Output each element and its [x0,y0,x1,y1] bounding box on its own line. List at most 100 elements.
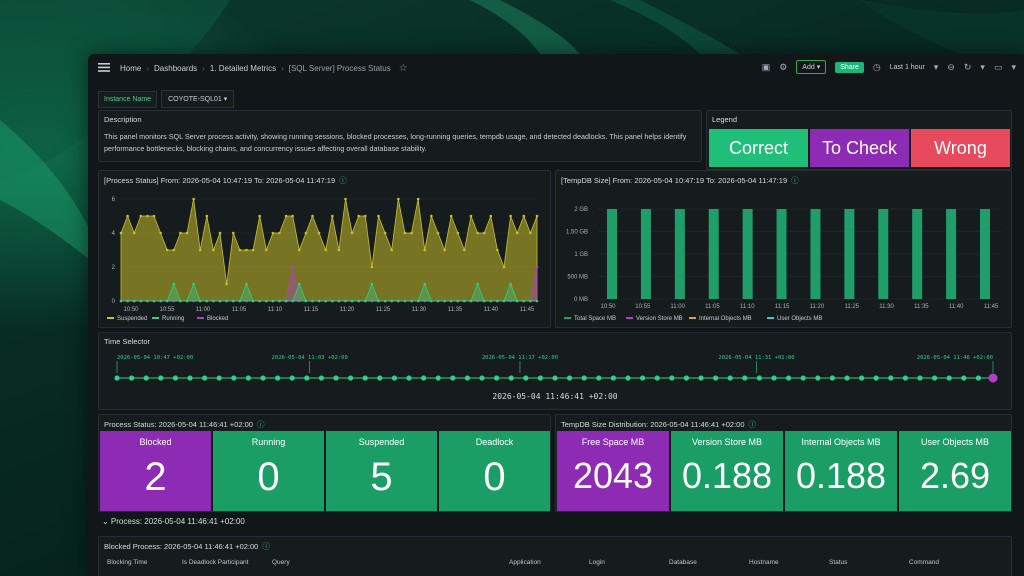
stat-label: Free Space MB [581,437,645,447]
refresh-interval-chevron-icon[interactable]: ▾ [980,62,985,73]
column-header[interactable]: Application [509,559,541,566]
x-tick-label: 11:45 [520,307,535,313]
add-button[interactable]: Add ▾ [796,60,827,74]
data-point [502,265,506,269]
breadcrumb-dashboards[interactable]: Dashboards [154,64,197,73]
process-row-header[interactable]: ⌄ Process: 2026-05-04 11:46:41 +02:00 [102,517,245,526]
save-icon[interactable]: ▣ [762,62,771,73]
time-selector-slider[interactable]: 2026-05-04 10:47 +02:00 2026-05-04 11:03 … [105,353,1005,403]
column-header[interactable]: Blocking Time [107,559,147,566]
x-tick-label: 11:10 [740,304,755,310]
info-icon[interactable]: ⓘ [749,420,757,429]
data-point [430,299,433,303]
data-point [291,265,294,269]
time-step-dot [888,375,894,381]
legend-swatch [197,317,204,319]
toolbar-right: ▣ ⚙ Add ▾ Share ◷ Last 1 hour ▾ ⊖ ↻ ▾ ▭ … [762,60,1016,74]
data-point [192,282,195,286]
legend-label: Total Space MB [574,316,616,322]
column-header[interactable]: Command [909,559,939,566]
time-step-dot [800,375,806,381]
y-tick-label: 0 MB [574,297,588,303]
data-point [489,214,493,218]
data-point [132,231,136,235]
stat-suspended: Suspended 5 [326,431,437,511]
zoom-out-icon[interactable]: ⊖ [947,62,955,73]
time-step-dot [654,375,660,381]
legend-label: Blocked [207,316,228,322]
data-point [185,231,189,235]
time-step-dot [713,375,719,381]
data-point [284,214,288,218]
data-point [271,231,275,235]
data-point [337,299,341,303]
y-tick-label: 2 [112,265,116,271]
time-step-dot [202,375,208,381]
data-point [482,299,486,303]
x-tick-label: 11:20 [340,307,355,313]
panel-title: Process Status: 2026-05-04 11:46:41 +02:… [104,419,264,430]
info-icon[interactable]: ⓘ [262,542,270,551]
chevron-down-icon[interactable]: ▾ [934,62,939,73]
data-point [297,248,301,252]
data-point [132,299,136,303]
breadcrumb-current: [SQL Server] Process Status [288,63,391,73]
info-icon[interactable]: ⓘ [257,420,265,429]
column-header[interactable]: Hostname [749,559,779,566]
data-point [317,299,321,303]
x-tick-label: 11:35 [914,304,929,310]
refresh-icon[interactable]: ↻ [964,62,972,73]
data-point [482,231,486,235]
column-header[interactable]: Status [829,559,847,566]
data-point [476,231,479,235]
column-header[interactable]: Is Deadlock Participant [182,559,248,566]
legend-wrong: Wrong [911,129,1010,167]
column-header[interactable]: Query [272,559,290,566]
x-tick-label: 11:20 [810,304,825,310]
tv-mode-icon[interactable]: ▭ [994,62,1003,73]
data-point [331,214,334,218]
data-point [410,231,413,235]
time-step-dot [786,375,792,381]
data-point [390,299,394,303]
x-tick-label: 11:05 [232,307,247,313]
data-point [436,231,440,235]
breadcrumb-folder[interactable]: 1. Detailed Metrics [210,64,276,73]
x-tick-label: 10:50 [600,304,616,310]
legend-label: Version Store MB [636,316,683,322]
data-point [430,214,433,218]
instance-name-label: Instance Name [98,90,158,108]
data-point [469,299,473,303]
legend-swatch [107,317,114,319]
legend-label: Suspended [117,316,147,322]
tempdb-bar [980,209,990,299]
data-point [278,299,281,303]
instance-name-select[interactable]: COYOTE-SQL01 ▾ [161,90,235,108]
tempdb-bar [946,209,957,299]
description-text: This panel monitors SQL Server process a… [104,132,687,153]
column-header[interactable]: Login [589,559,605,566]
settings-icon[interactable]: ⚙ [779,62,787,73]
menu-icon[interactable] [98,62,110,74]
time-step-dot [727,375,733,381]
data-point [146,214,149,218]
data-point [205,299,209,303]
legend-label: User Objects MB [777,316,822,322]
data-point [231,299,235,303]
time-tick-label: 2026-05-04 11:46 +02:00 [917,355,993,361]
time-step-dot [421,375,427,381]
star-icon[interactable]: ☆ [399,63,408,74]
data-point [172,282,176,286]
breadcrumb-home[interactable]: Home [120,64,141,73]
panel-title: Blocked Process: 2026-05-04 11:46:41 +02… [104,541,270,552]
grafana-window: Home › Dashboards › 1. Detailed Metrics › [… [88,54,1024,576]
x-tick-label: 11:25 [376,307,391,313]
x-tick-label: 11:35 [448,307,463,313]
column-header[interactable]: Database [669,559,697,566]
time-range-picker[interactable]: Last 1 hour [890,64,925,71]
kiosk-chevron-icon[interactable]: ▾ [1011,62,1016,73]
data-point [238,248,242,252]
legend-swatch [689,317,696,319]
share-button[interactable]: Share [835,61,864,73]
panel-title: Description [104,115,142,124]
